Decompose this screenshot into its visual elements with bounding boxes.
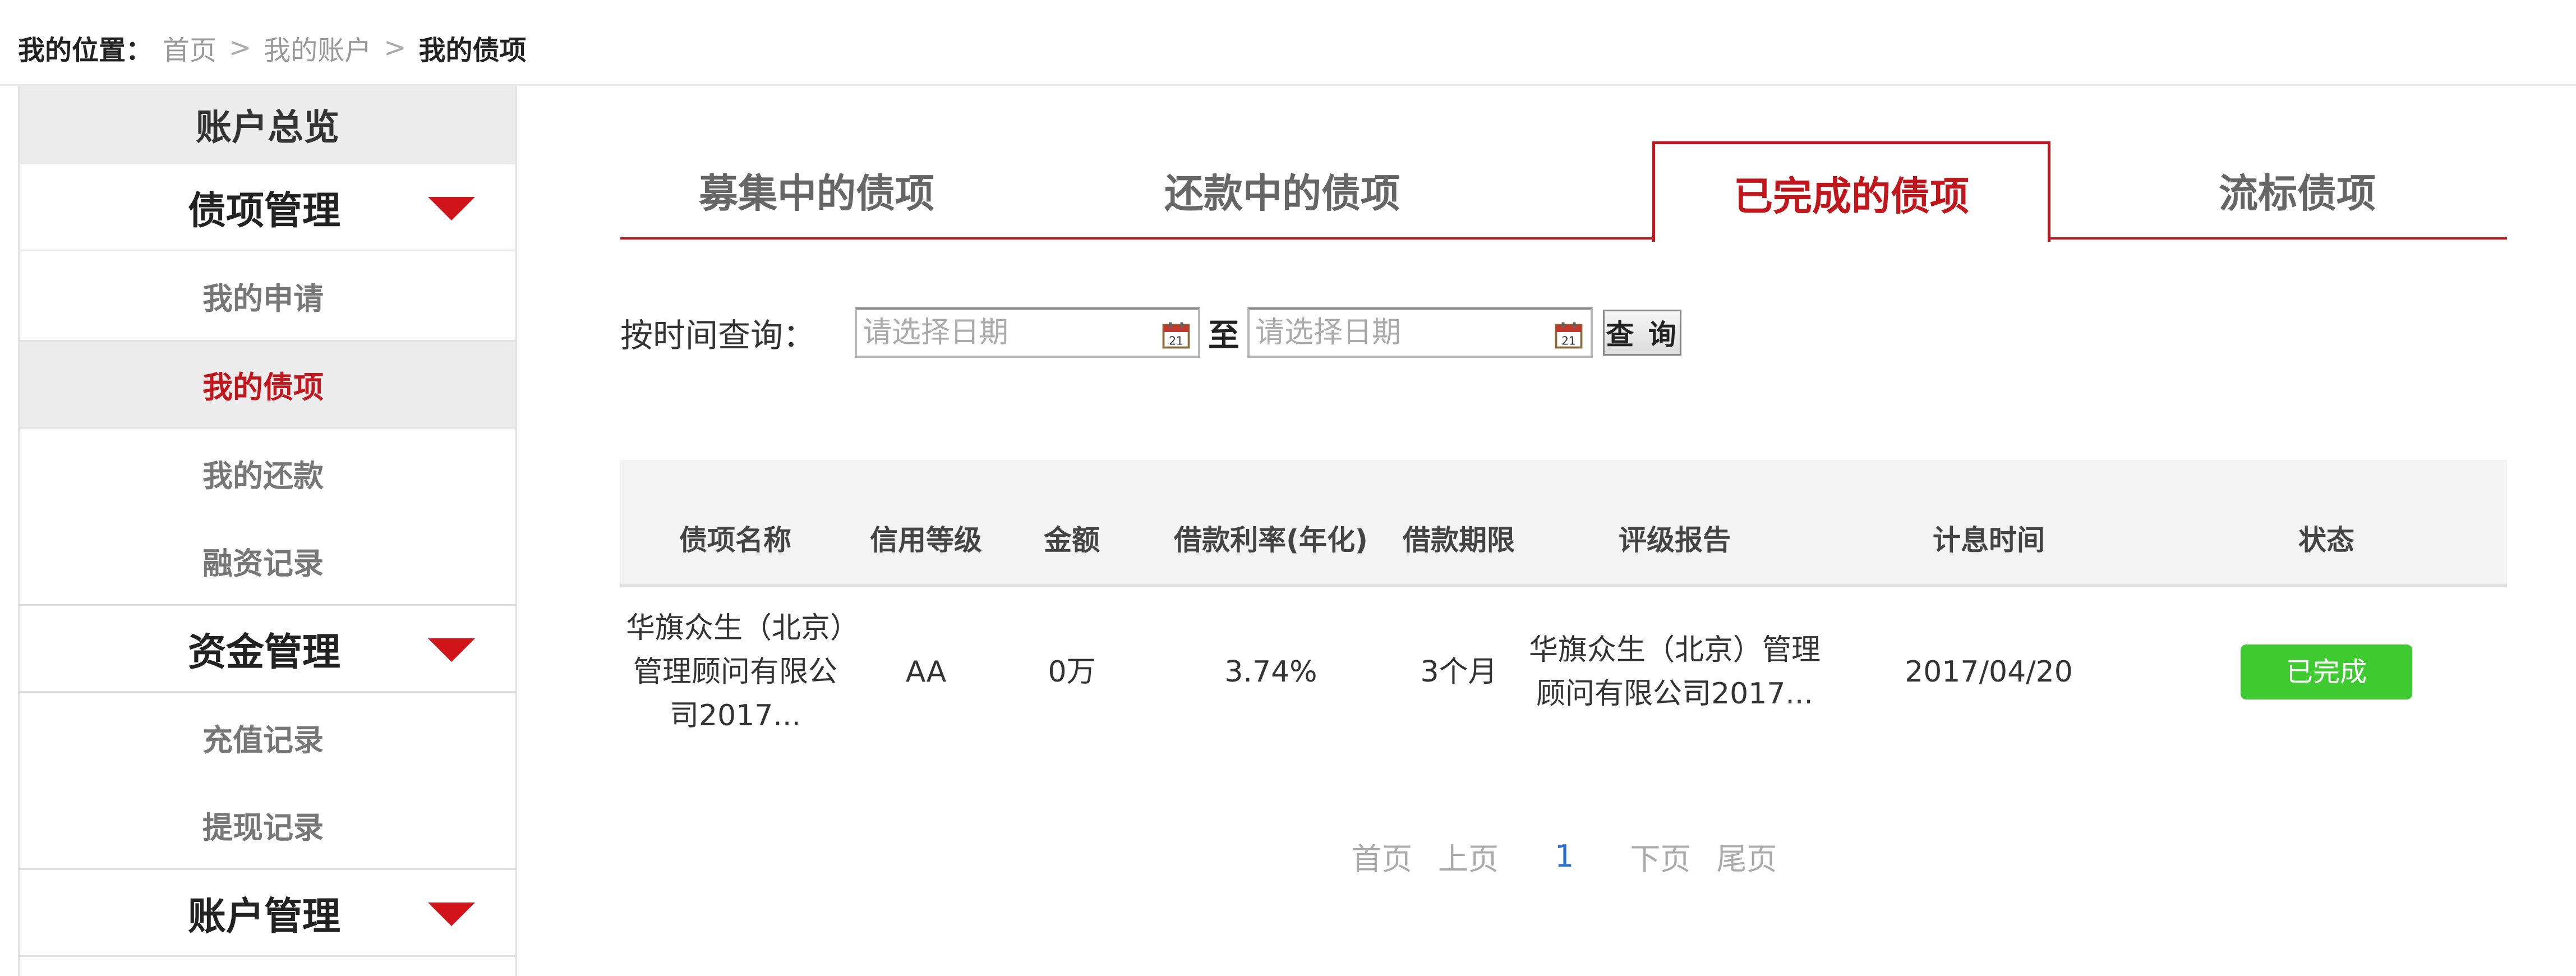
pager-page-number[interactable]: 1 [1555,839,1574,874]
pager-next-link[interactable]: 下页 [1630,834,1690,878]
sidebar-section-account-management[interactable]: 账户管理 [20,870,515,957]
cell-status: 已完成 [2146,586,2507,757]
cell-rating-report[interactable]: 华旗众生（北京）管理顾问有限公司2017... [1518,586,1832,757]
cell-term: 3个月 [1420,655,1497,689]
breadcrumb: 我的位置： 首页 > 我的账户 > 我的债项 [18,28,527,67]
sidebar-section-debt-management[interactable]: 债项管理 [20,164,515,251]
tab-completed-debts[interactable]: 已完成的债项 [1652,141,2050,242]
calendar-icon[interactable]: 21 [1162,321,1190,349]
breadcrumb-separator: > [384,32,407,63]
table-row[interactable]: 华旗众生（北京）管理顾问有限公司2017... AA 0万 3.74% 3个月 … [620,586,2507,757]
cell-credit-rating: AA [905,655,947,689]
sidebar: 账户总览 债项管理 我的申请 我的债项 我的还款 融资记录 资金管理 充值记录 … [18,86,517,976]
sidebar-item-label: 我的债项 [202,369,324,405]
pagination: 首页 上页 1 下页 尾页 [1352,834,1777,878]
triangle-down-icon [428,638,475,662]
column-header-name: 债项名称 [620,460,850,587]
breadcrumb-label: 我的位置： [18,35,153,66]
column-header-report: 评级报告 [1518,460,1832,587]
tab-repaying-debts[interactable]: 还款中的债项 [1086,141,1478,240]
pager-prev-link[interactable]: 上页 [1438,834,1499,878]
tab-raising-debts[interactable]: 募集中的债项 [620,141,1013,240]
triangle-down-icon [428,903,475,926]
cell-amount: 0万 [1048,655,1096,689]
sidebar-item-label: 提现记录 [202,810,324,845]
table-header-row: 债项名称 信用等级 金额 借款利率(年化) 借款期限 评级报告 计息时间 状态 [620,460,2507,587]
column-header-rating: 信用等级 [850,460,1002,587]
cell-interest-date: 2017/04/20 [1905,655,2073,689]
svg-text:21: 21 [1561,334,1575,348]
tab-failed-debts[interactable]: 流标债项 [2101,141,2494,240]
column-header-term: 借款期限 [1400,460,1518,587]
start-date-field[interactable]: 21 [855,307,1201,358]
pager-last-link[interactable]: 尾页 [1716,834,1777,878]
sidebar-item-label: 我的申请 [202,280,324,316]
sidebar-section-fund-management[interactable]: 资金管理 [20,606,515,693]
sidebar-item-my-applications[interactable]: 我的申请 [20,251,515,340]
end-date-input[interactable] [1250,310,1537,356]
sidebar-section-label: 账户管理 [188,894,341,939]
sidebar-item-label: 我的还款 [202,458,324,494]
search-label: 按时间查询： [620,316,816,355]
date-range-separator: 至 [1208,317,1240,354]
sidebar-item-my-debts[interactable]: 我的债项 [20,340,515,429]
breadcrumb-current: 我的债项 [418,35,527,66]
breadcrumb-home-link[interactable]: 首页 [163,28,216,67]
sidebar-item-recharge-records[interactable]: 充值记录 [20,693,515,781]
sidebar-item-withdraw-records[interactable]: 提现记录 [20,781,515,870]
sidebar-item-account-overview[interactable]: 账户总览 [20,86,515,164]
sidebar-section-label: 资金管理 [188,630,341,675]
column-header-amount: 金额 [1002,460,1142,587]
sidebar-item-financing-records[interactable]: 融资记录 [20,517,515,606]
status-badge: 已完成 [2241,644,2412,699]
svg-text:21: 21 [1169,334,1183,348]
pager-first-link[interactable]: 首页 [1352,834,1412,878]
cell-interest-rate: 3.74% [1224,655,1317,689]
page: 我的位置： 首页 > 我的账户 > 我的债项 账户总览 债项管理 我的申请 我的… [0,0,2576,976]
end-date-field[interactable]: 21 [1247,307,1593,358]
debt-tabs: 募集中的债项 还款中的债项 已完成的债项 流标债项 [620,141,2507,242]
date-search-bar: 按时间查询： 21 至 21 查 询 [620,306,1682,360]
triangle-down-icon [428,197,475,220]
cell-debt-name[interactable]: 华旗众生（北京）管理顾问有限公司2017... [620,586,850,757]
column-header-rate: 借款利率(年化) [1142,460,1400,587]
column-header-date: 计息时间 [1832,460,2146,587]
sidebar-item-label: 融资记录 [202,546,324,581]
sidebar-item-my-repayments[interactable]: 我的还款 [20,429,515,517]
sidebar-item-label: 充值记录 [202,722,324,758]
start-date-input[interactable] [857,310,1145,356]
debt-table: 债项名称 信用等级 金额 借款利率(年化) 借款期限 评级报告 计息时间 状态 … [620,460,2507,757]
column-header-status: 状态 [2146,460,2507,587]
calendar-icon[interactable]: 21 [1555,321,1583,349]
query-button[interactable]: 查 询 [1603,310,1682,356]
breadcrumb-account-link[interactable]: 我的账户 [264,28,371,67]
breadcrumb-separator: > [229,32,252,63]
sidebar-section-label: 债项管理 [188,188,341,233]
